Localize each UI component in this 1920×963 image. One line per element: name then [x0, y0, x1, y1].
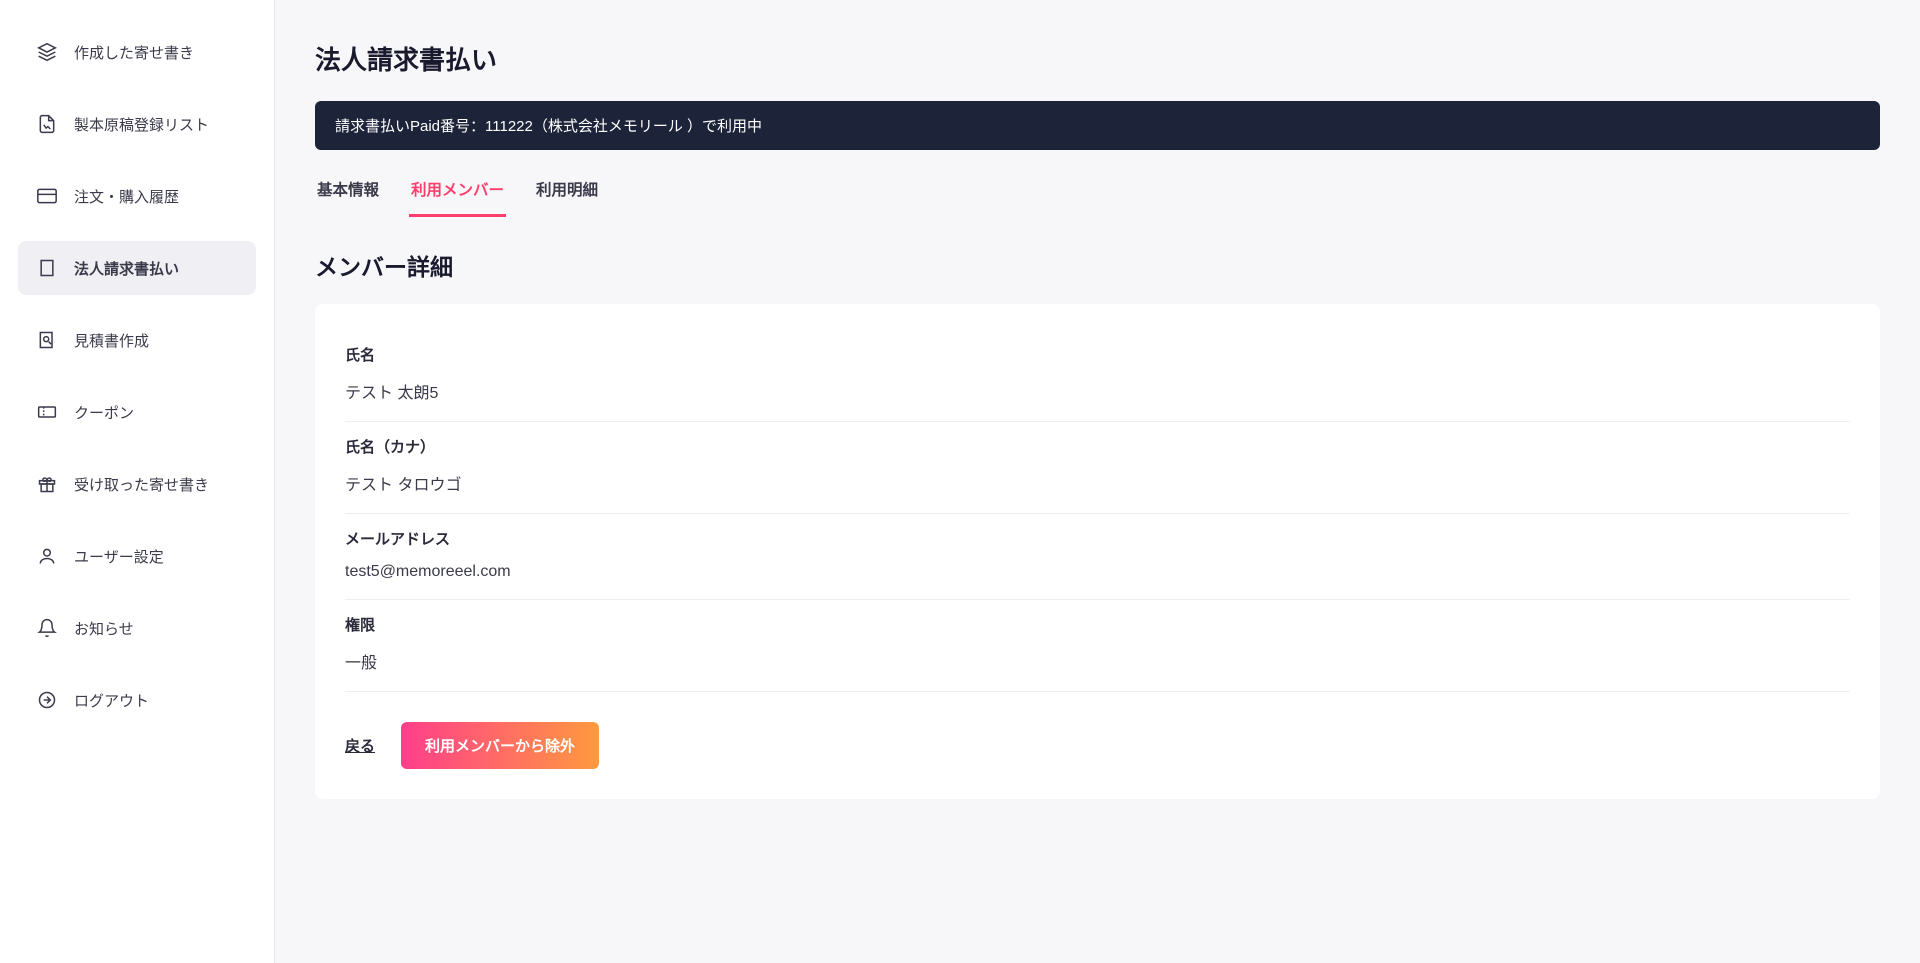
sidebar-item-corporate-billing[interactable]: 法人請求書払い — [18, 241, 256, 295]
sidebar-item-notifications[interactable]: お知らせ — [18, 601, 256, 655]
tab-basic-info[interactable]: 基本情報 — [315, 170, 381, 217]
user-icon — [36, 545, 58, 567]
sidebar-item-label: お知らせ — [74, 618, 134, 639]
gift-icon — [36, 473, 58, 495]
stack-icon — [36, 41, 58, 63]
logout-icon — [36, 689, 58, 711]
sidebar-item-order-history[interactable]: 注文・購入履歴 — [18, 169, 256, 223]
field-label: 権限 — [345, 614, 1850, 635]
sidebar-item-label: 法人請求書払い — [74, 258, 179, 279]
back-link[interactable]: 戻る — [345, 735, 375, 756]
ticket-icon — [36, 401, 58, 423]
sidebar-item-quotation[interactable]: 見積書作成 — [18, 313, 256, 367]
tab-members[interactable]: 利用メンバー — [409, 170, 506, 217]
sidebar-item-label: ログアウト — [74, 690, 149, 711]
sidebar-item-label: ユーザー設定 — [74, 546, 164, 567]
sidebar-item-label: クーポン — [74, 402, 134, 423]
main-content: 法人請求書払い 請求書払いPaid番号：111222（株式会社メモリール ）で利… — [275, 0, 1920, 963]
status-bar: 請求書払いPaid番号：111222（株式会社メモリール ）で利用中 — [315, 101, 1880, 150]
field-value: テスト タロウゴ — [345, 471, 1850, 495]
page-title: 法人請求書払い — [315, 40, 1880, 77]
bell-icon — [36, 617, 58, 639]
building-icon — [36, 257, 58, 279]
field-name: 氏名 テスト 太朗5 — [345, 330, 1850, 422]
field-label: 氏名（カナ） — [345, 436, 1850, 457]
sidebar-item-user-settings[interactable]: ユーザー設定 — [18, 529, 256, 583]
actions: 戻る 利用メンバーから除外 — [345, 722, 1850, 769]
field-role: 権限 一般 — [345, 600, 1850, 692]
sidebar-item-logout[interactable]: ログアウト — [18, 673, 256, 727]
field-value: 一般 — [345, 649, 1850, 673]
sidebar-item-label: 見積書作成 — [74, 330, 149, 351]
field-value: テスト 太朗5 — [345, 379, 1850, 403]
field-label: メールアドレス — [345, 528, 1850, 549]
sidebar-item-coupon[interactable]: クーポン — [18, 385, 256, 439]
sidebar: 作成した寄せ書き 製本原稿登録リスト 注文・購入履歴 法人請求書払い 見積書作成… — [0, 0, 275, 963]
sidebar-item-created-yosegaki[interactable]: 作成した寄せ書き — [18, 25, 256, 79]
section-title: メンバー詳細 — [315, 248, 1880, 282]
field-value: test5@memoreeel.com — [345, 563, 1850, 581]
sidebar-item-label: 製本原稿登録リスト — [74, 114, 209, 135]
field-email: メールアドレス test5@memoreeel.com — [345, 514, 1850, 600]
member-card: 氏名 テスト 太朗5 氏名（カナ） テスト タロウゴ メールアドレス test5… — [315, 304, 1880, 799]
field-kana: 氏名（カナ） テスト タロウゴ — [345, 422, 1850, 514]
sidebar-item-label: 受け取った寄せ書き — [74, 474, 209, 495]
file-search-icon — [36, 329, 58, 351]
tab-usage-details[interactable]: 利用明細 — [534, 170, 600, 217]
remove-member-button[interactable]: 利用メンバーから除外 — [401, 722, 599, 769]
field-label: 氏名 — [345, 344, 1850, 365]
sidebar-item-label: 注文・購入履歴 — [74, 186, 179, 207]
sidebar-item-manuscript-list[interactable]: 製本原稿登録リスト — [18, 97, 256, 151]
sidebar-item-label: 作成した寄せ書き — [74, 42, 194, 63]
tabs: 基本情報 利用メンバー 利用明細 — [315, 170, 1880, 218]
credit-card-icon — [36, 185, 58, 207]
file-pdf-icon — [36, 113, 58, 135]
sidebar-item-received-yosegaki[interactable]: 受け取った寄せ書き — [18, 457, 256, 511]
